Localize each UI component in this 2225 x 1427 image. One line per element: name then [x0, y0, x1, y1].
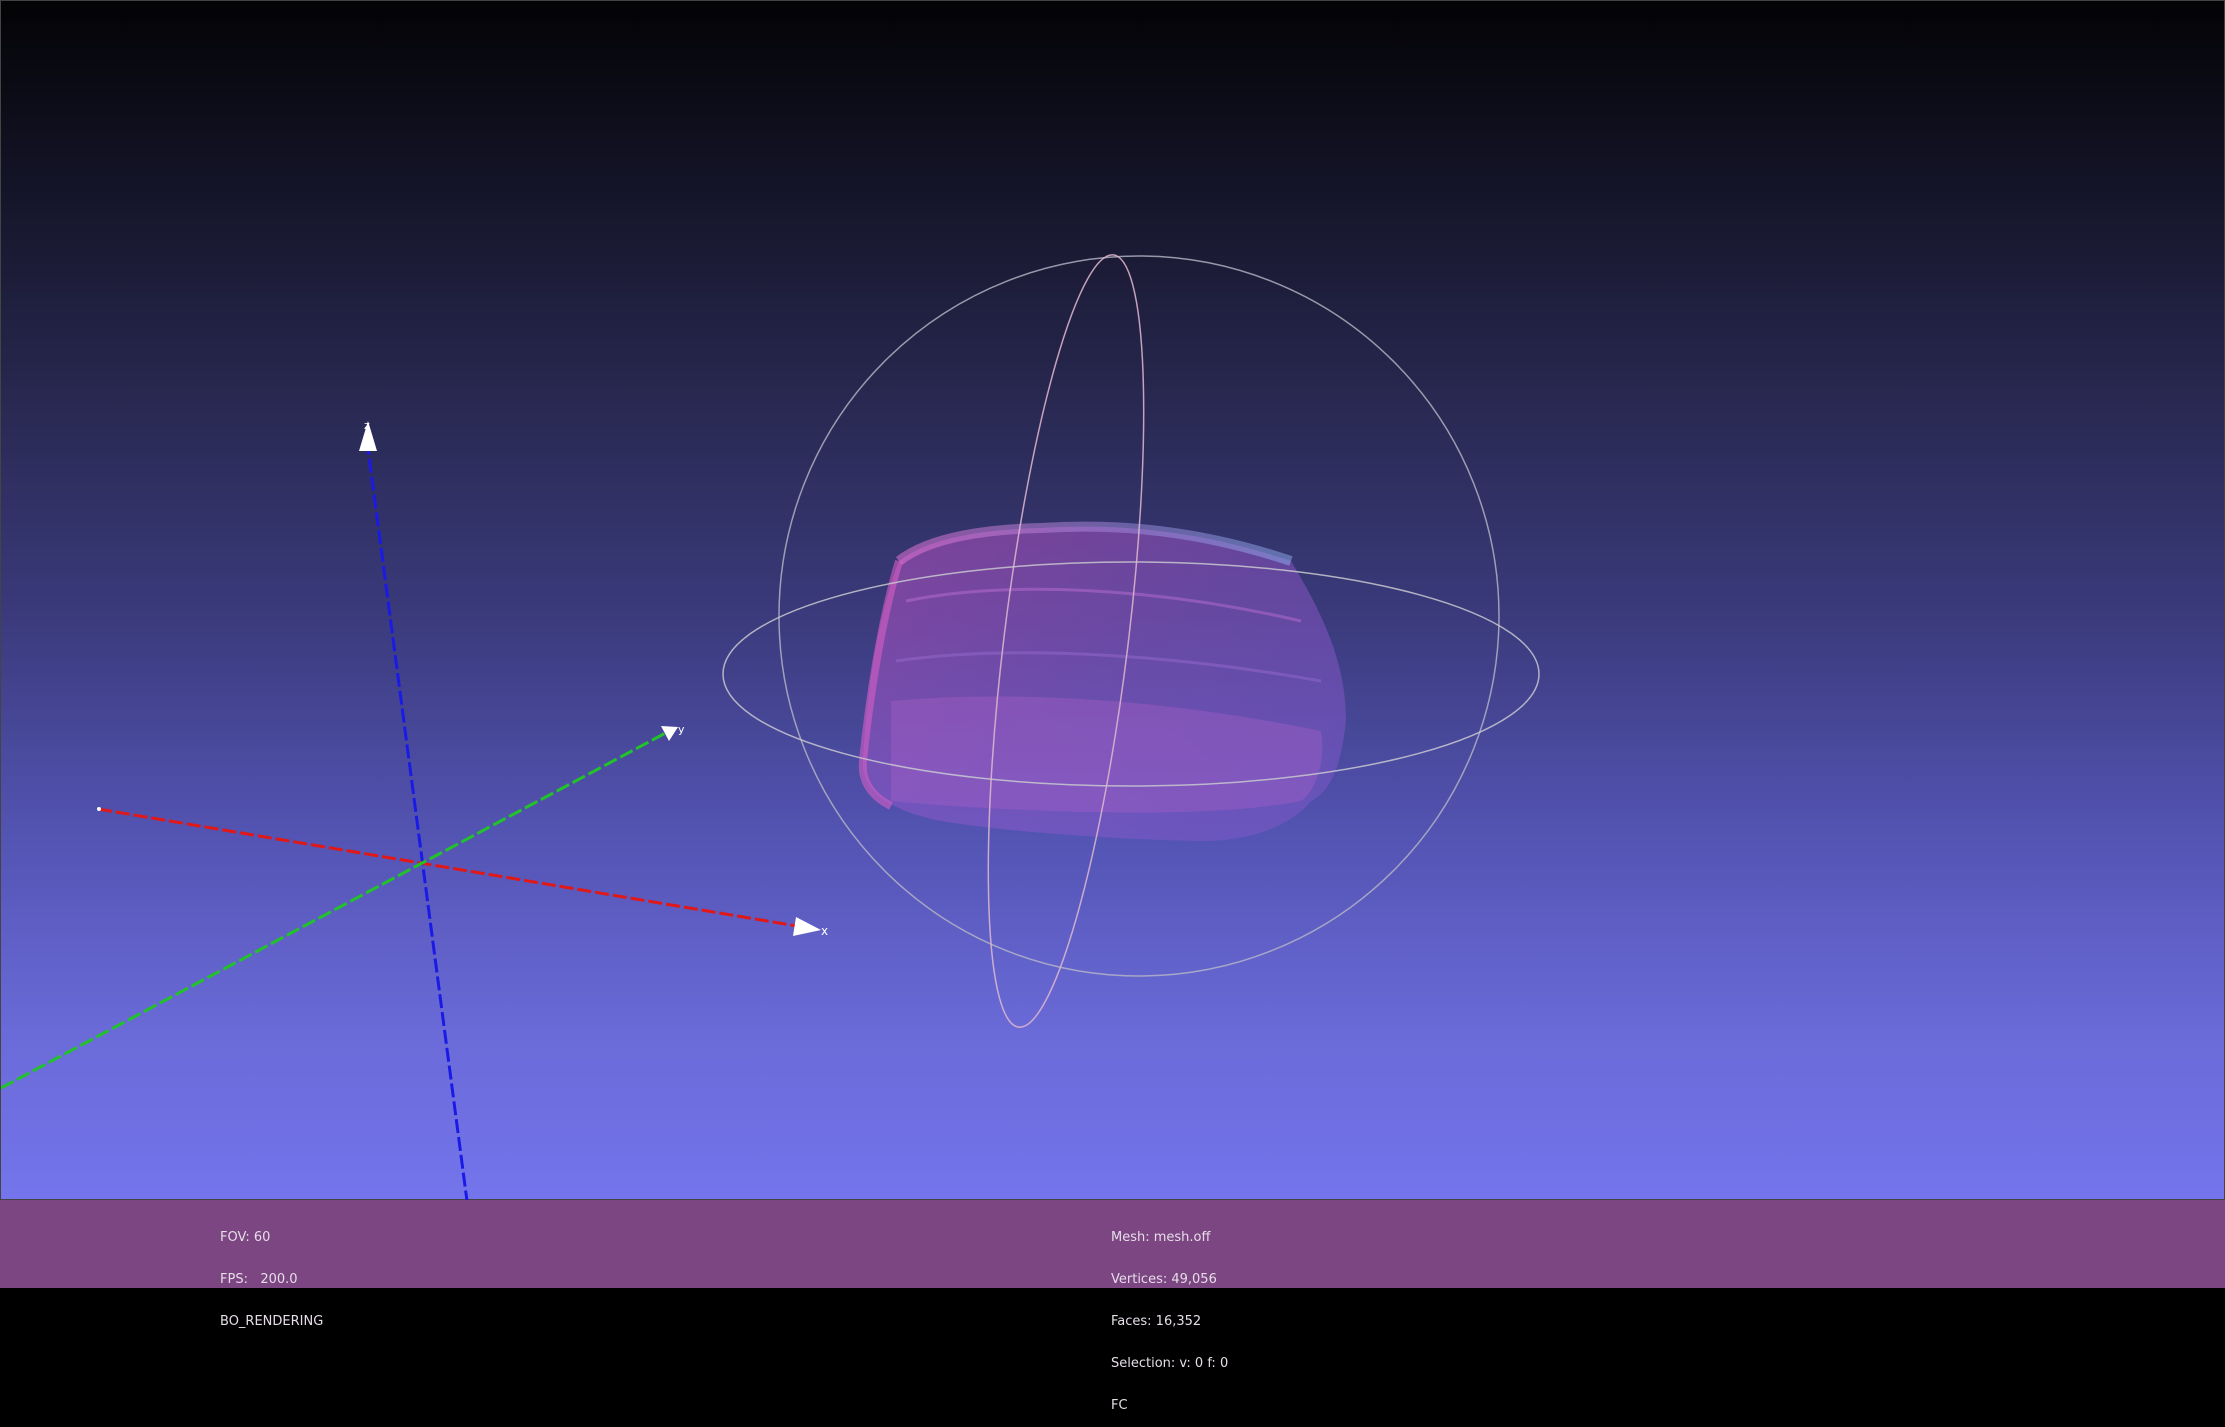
x-axis — [97, 807, 798, 928]
x-axis-negative-marker — [97, 807, 101, 811]
z-axis — [365, 440, 469, 1201]
fov-readout: FOV: 60 — [220, 1230, 271, 1245]
y-axis-label: y — [678, 723, 685, 736]
rendering-mode-readout: BO_RENDERING — [220, 1314, 324, 1329]
mesh-model[interactable] — [858, 521, 1346, 841]
mode-readout: FC — [1111, 1398, 1128, 1413]
mesh-name-readout: Mesh: mesh.off — [1111, 1230, 1211, 1245]
y-axis — [1, 727, 674, 1090]
scene-canvas[interactable]: z x y — [1, 1, 2225, 1201]
x-axis-label: x — [821, 924, 828, 938]
render-info-panel: FOV: 60 FPS: 200.0 BO_RENDERING — [220, 1203, 323, 1343]
vertices-readout: Vertices: 49,056 — [1111, 1272, 1217, 1287]
x-axis-arrow-icon — [793, 917, 821, 936]
selection-readout: Selection: v: 0 f: 0 — [1111, 1356, 1229, 1371]
faces-readout: Faces: 16,352 — [1111, 1314, 1202, 1329]
z-axis-label: z — [364, 419, 370, 432]
mesh-info-panel: Mesh: mesh.off Vertices: 49,056 Faces: 1… — [1111, 1203, 1228, 1427]
fps-readout: FPS: 200.0 — [220, 1272, 298, 1287]
3d-viewport[interactable]: z x y — [0, 0, 2225, 1201]
axes-gizmo: z x y — [1, 419, 828, 1201]
